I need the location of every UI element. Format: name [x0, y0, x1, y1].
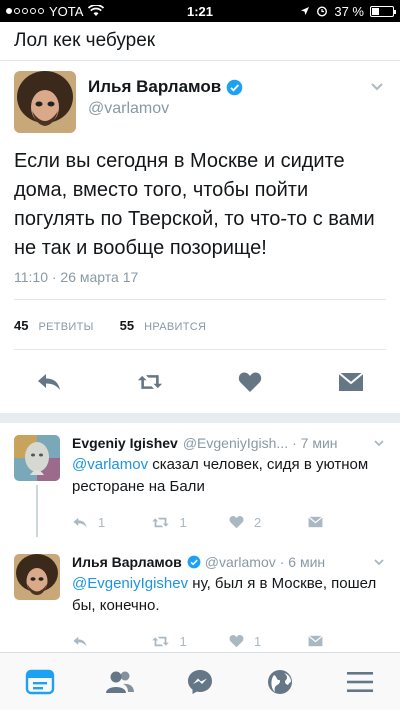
home-icon [25, 669, 55, 694]
caption-text: Лол кек чебурек [0, 22, 400, 60]
battery-icon [370, 5, 396, 17]
reply-author-handle[interactable]: @varlamov [205, 554, 276, 570]
status-bar: YOTA 1:21 37 % [0, 0, 400, 22]
tweet-date[interactable]: 11:10 · 26 марта 17 [14, 269, 386, 285]
battery-percent: 37 % [334, 3, 364, 19]
likes-label[interactable]: НРАВИТСЯ [144, 321, 206, 333]
retweet-button[interactable]: 1 [151, 634, 230, 649]
tab-messages[interactable] [180, 662, 220, 702]
like-count: 2 [254, 514, 262, 530]
heart-icon [229, 635, 244, 648]
list-item[interactable]: Evgeniy Igishev @EvgeniyIgish... · 7 мин… [0, 423, 400, 542]
chevron-down-icon[interactable] [368, 77, 386, 95]
reply-button[interactable] [36, 370, 62, 394]
mention-link[interactable]: @EvgeniyIgishev [72, 575, 188, 592]
reply-actions: 1 1 2 [72, 502, 386, 542]
tab-globe[interactable] [260, 662, 300, 702]
reply-button[interactable]: 1 [72, 515, 151, 530]
location-icon [301, 7, 310, 15]
author-handle[interactable]: @varlamov [88, 100, 368, 118]
avatar[interactable] [14, 435, 60, 481]
heart-icon [239, 371, 262, 392]
carrier-label: YOTA [49, 3, 84, 19]
tweet-stats: 45 РЕТВИТЫ 55 НРАВИТСЯ [14, 299, 386, 349]
verified-icon [187, 555, 201, 569]
reply-icon [73, 636, 87, 646]
retweet-count: 1 [179, 514, 187, 530]
like-button[interactable]: 1 [229, 634, 308, 649]
retweet-button[interactable] [137, 370, 163, 394]
reply-author-name[interactable]: Илья Варламов [72, 554, 182, 570]
list-item[interactable]: Илья Варламов @varlamov · 6 мин @Evgeniy… [0, 542, 400, 661]
tab-home[interactable] [20, 662, 60, 702]
reply-count: 1 [98, 514, 106, 530]
likes-count[interactable]: 55 [120, 318, 134, 333]
reply-time: · 6 мин [279, 554, 326, 570]
tweet-actions [14, 349, 386, 413]
reply-button[interactable] [72, 635, 151, 648]
tab-bar [0, 652, 400, 710]
author-name[interactable]: Илья Варламов [88, 77, 221, 97]
tab-menu[interactable] [340, 662, 380, 702]
reply-icon [38, 373, 60, 390]
retweet-icon [151, 636, 169, 646]
reply-time: · 7 мин [292, 435, 338, 451]
chevron-down-icon[interactable] [372, 436, 386, 450]
thread-line [36, 485, 38, 537]
wifi-icon [88, 5, 105, 16]
globe-icon [268, 669, 292, 694]
messenger-icon [188, 669, 212, 694]
main-tweet: Илья Варламов @varlamov Если вы сегодня … [0, 60, 400, 413]
like-button[interactable]: 2 [229, 515, 308, 530]
retweet-icon [151, 517, 169, 527]
like-button[interactable] [237, 370, 263, 394]
tab-people[interactable] [100, 662, 140, 702]
retweets-label[interactable]: РЕТВИТЫ [38, 321, 93, 333]
people-icon [106, 671, 134, 693]
reply-author-name[interactable]: Evgeniy Igishev [72, 435, 178, 451]
message-button[interactable] [338, 370, 364, 394]
envelope-icon [307, 635, 323, 647]
mention-link[interactable]: @varlamov [72, 456, 148, 473]
tweet-text: Если вы сегодня в Москве и сидите дома, … [14, 150, 375, 259]
signal-icon [6, 8, 44, 14]
envelope-icon [338, 371, 364, 391]
reply-author-handle[interactable]: @EvgeniyIgish... [183, 435, 288, 451]
like-count: 1 [254, 633, 262, 649]
menu-icon [347, 671, 373, 692]
heart-icon [229, 516, 244, 529]
avatar[interactable] [14, 554, 60, 600]
reply-icon [73, 517, 87, 527]
avatar[interactable] [14, 71, 76, 133]
retweets-count[interactable]: 45 [14, 318, 28, 333]
message-button[interactable] [307, 635, 387, 647]
envelope-icon [307, 516, 323, 528]
retweet-icon [137, 374, 162, 389]
message-button[interactable] [307, 516, 387, 528]
reply-text: @EvgeniyIgishev ну, был я в Москве, поше… [72, 573, 386, 617]
reply-text: @varlamov сказал человек, сидя в уютном … [72, 454, 386, 498]
verified-icon [226, 79, 243, 95]
alarm-icon [317, 6, 328, 17]
retweet-count: 1 [179, 633, 187, 649]
replies-list: Evgeniy Igishev @EvgeniyIgish... · 7 мин… [0, 413, 400, 684]
retweet-button[interactable]: 1 [151, 515, 230, 530]
chevron-down-icon[interactable] [372, 555, 386, 569]
